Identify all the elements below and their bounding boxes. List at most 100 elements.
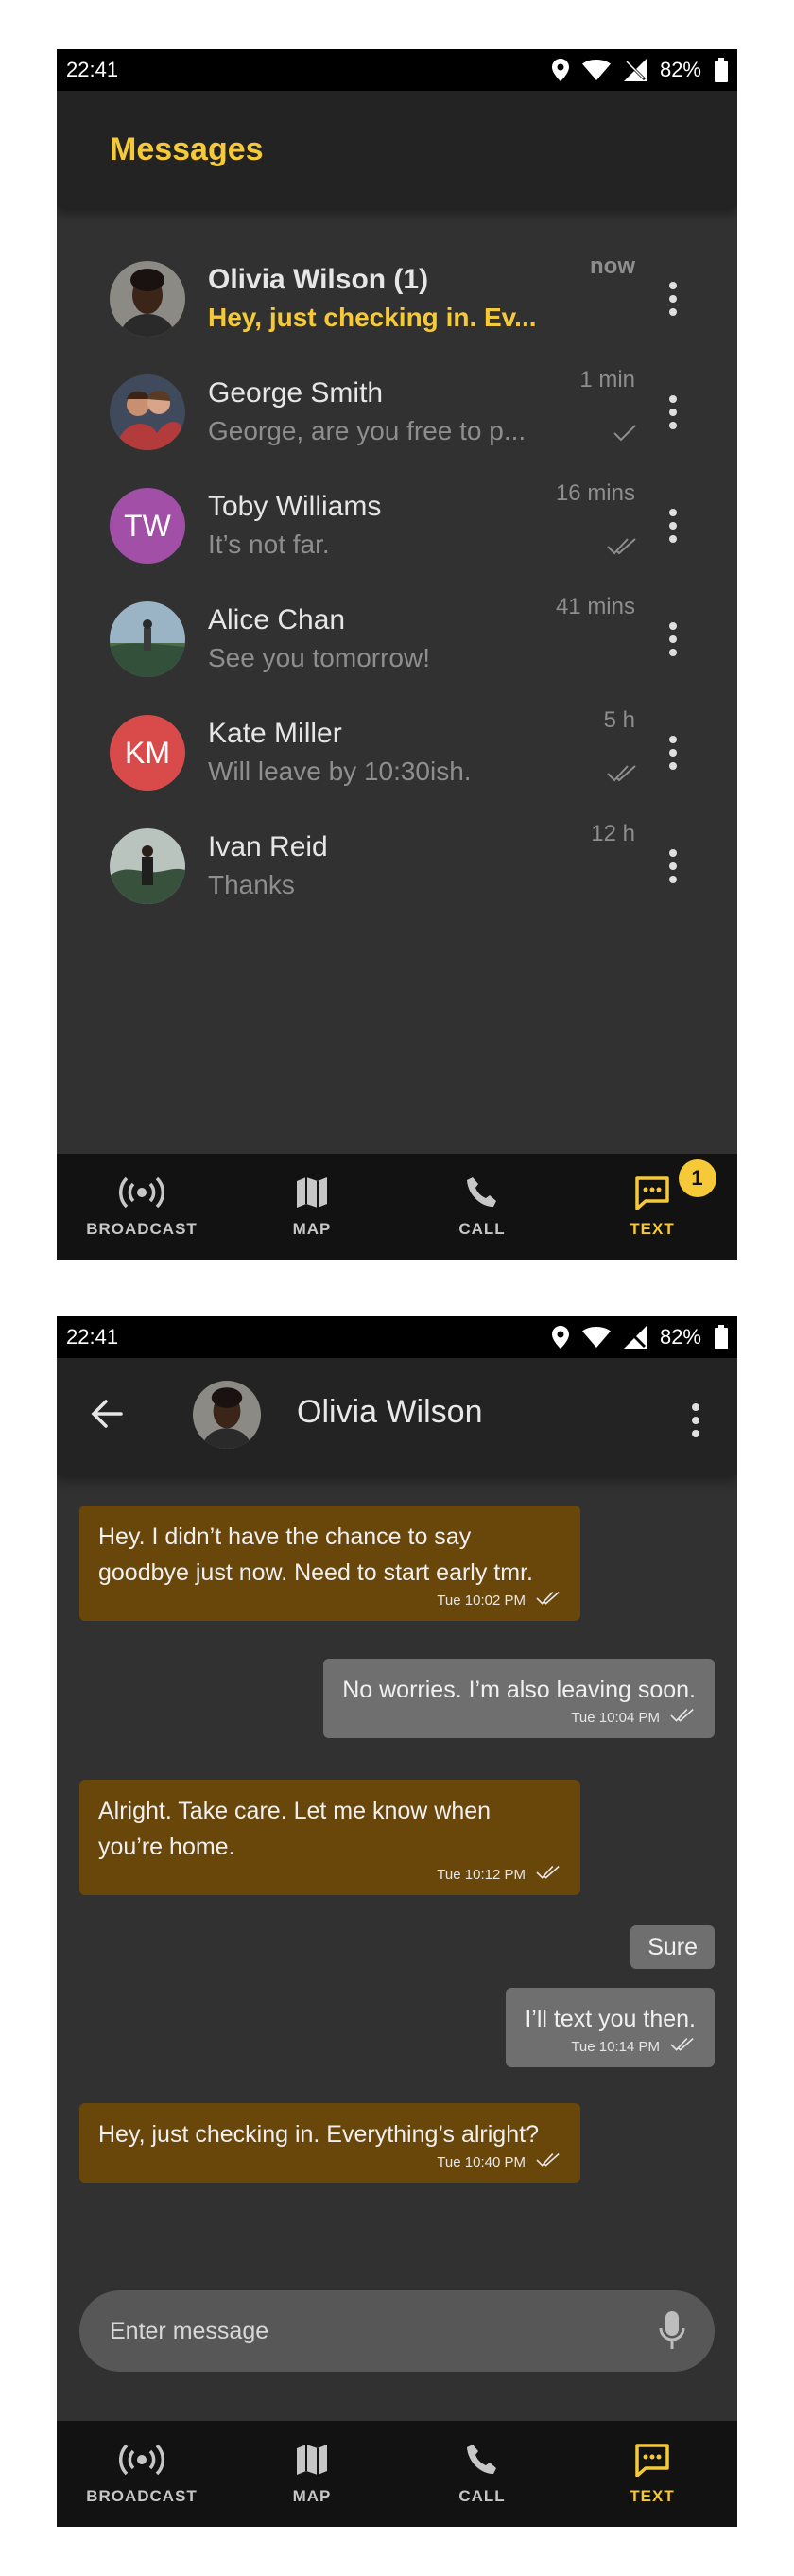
more-vert-icon[interactable]: [665, 732, 681, 774]
message-time: 12 h: [591, 821, 635, 846]
contact-name: Ivan Reid: [208, 831, 328, 862]
conversation-item-olivia-wilson[interactable]: Olivia Wilson (1) Hey, just checking in.…: [57, 242, 737, 356]
wifi-icon: [581, 60, 611, 80]
broadcast-icon: [119, 1175, 164, 1220]
nav-broadcast-label: BROADCAST: [86, 1219, 198, 1238]
conversation-item-kate-miller[interactable]: KM Kate Miller Will leave by 10:30ish. 5…: [57, 696, 737, 809]
more-vert-icon[interactable]: [665, 278, 681, 320]
map-icon: [295, 1175, 329, 1220]
message-bubble-incoming[interactable]: Hey. I didn’t have the chance to say goo…: [79, 1506, 580, 1621]
more-vert-icon[interactable]: [665, 505, 681, 547]
message-text: No worries. I’m also leaving soon.: [342, 1677, 696, 1703]
nav-call-label: CALL: [458, 1219, 506, 1238]
message-time: 41 mins: [555, 594, 635, 619]
message-time: Tue 10:40 PM: [437, 2154, 526, 2170]
nav-call[interactable]: CALL: [397, 2421, 567, 2527]
battery-percent: 82%: [659, 1325, 701, 1349]
location-icon: [551, 59, 569, 81]
broadcast-icon: [119, 2443, 164, 2487]
message-time: Tue 10:02 PM: [437, 1593, 526, 1609]
conversation-app-bar: Olivia Wilson: [57, 1358, 737, 1475]
location-icon: [551, 1326, 569, 1349]
message-bubble-outgoing[interactable]: No worries. I’m also leaving soon. Tue 1…: [323, 1659, 715, 1738]
nav-text-label: TEXT: [630, 1219, 675, 1238]
conversation-list: Olivia Wilson (1) Hey, just checking in.…: [57, 208, 737, 923]
message-bubble-incoming[interactable]: Alright. Take care. Let me know when you…: [79, 1780, 580, 1895]
nav-map[interactable]: MAP: [227, 2421, 397, 2527]
conversation-item-alice-chan[interactable]: Alice Chan See you tomorrow! 41 mins: [57, 583, 737, 696]
message-text: Sure: [647, 1934, 698, 1960]
avatar[interactable]: [193, 1381, 261, 1449]
nav-broadcast[interactable]: BROADCAST: [57, 2421, 227, 2527]
nav-broadcast-label: BROADCAST: [86, 2486, 198, 2505]
battery-icon: [715, 58, 728, 82]
message-bubble-outgoing[interactable]: Sure: [630, 1925, 715, 1969]
contact-name: Olivia Wilson: [297, 1394, 483, 1430]
message-text: goodbye just now. Need to start early tm…: [98, 1559, 533, 1586]
message-time: Tue 10:14 PM: [571, 2039, 660, 2055]
message-bubble-incoming[interactable]: Hey, just checking in. Everything’s alri…: [79, 2103, 580, 2183]
signal-icon: [623, 59, 647, 81]
nav-map[interactable]: MAP: [227, 1154, 397, 1260]
avatar: [110, 828, 185, 904]
message-preview: Will leave by 10:30ish.: [208, 757, 472, 786]
bottom-navigation: BROADCAST MAP CALL TEXT: [57, 2421, 737, 2527]
nav-map-label: MAP: [292, 2486, 332, 2505]
double-check-icon: [607, 537, 637, 561]
signal-icon: [623, 1326, 647, 1349]
more-vert-icon[interactable]: [665, 845, 681, 887]
status-time: 22:41: [66, 1325, 119, 1349]
chat-icon: [634, 2443, 670, 2487]
contact-name: Alice Chan: [208, 604, 346, 635]
avatar: TW: [110, 488, 185, 564]
nav-call-label: CALL: [458, 2486, 506, 2505]
message-time: 16 mins: [555, 480, 635, 506]
unread-badge: 1: [679, 1159, 716, 1197]
nav-text[interactable]: TEXT 1: [567, 1154, 737, 1260]
more-vert-icon[interactable]: [665, 618, 681, 660]
contact-name: Olivia Wilson (1): [208, 264, 429, 295]
message-input[interactable]: [110, 2317, 601, 2345]
conversation-item-toby-williams[interactable]: TW Toby Williams It’s not far. 16 mins: [57, 469, 737, 583]
phone-icon: [465, 2443, 499, 2487]
conversation-item-george-smith[interactable]: George Smith George, are you free to p..…: [57, 356, 737, 469]
message-text: Alright. Take care. Let me know when: [98, 1798, 492, 1824]
page-title: Messages: [110, 131, 264, 167]
message-text: I’ll text you then.: [525, 2006, 696, 2032]
double-check-icon: [607, 764, 637, 788]
double-check-icon: [669, 2037, 696, 2058]
more-vert-icon[interactable]: [688, 1400, 703, 1441]
phone-icon: [465, 1175, 499, 1220]
nav-text[interactable]: TEXT: [567, 2421, 737, 2527]
battery-icon: [715, 1325, 728, 1349]
message-preview: Hey, just checking in. Ev...: [208, 303, 537, 332]
conversation-screen: 22:41 82% Olivia Wilson Hey. I didn’t ha…: [57, 1316, 737, 2527]
battery-percent: 82%: [659, 58, 701, 81]
back-arrow-icon[interactable]: [91, 1398, 123, 1435]
message-preview: It’s not far.: [208, 530, 330, 559]
chat-icon: [634, 1175, 670, 1220]
message-text: you’re home.: [98, 1834, 235, 1860]
message-bubble-outgoing[interactable]: I’ll text you then. Tue 10:14 PM: [506, 1988, 715, 2067]
message-composer: [79, 2290, 715, 2372]
nav-call[interactable]: CALL: [397, 1154, 567, 1260]
avatar: [110, 374, 185, 450]
nav-broadcast[interactable]: BROADCAST: [57, 1154, 227, 1260]
message-time: 5 h: [603, 707, 635, 733]
contact-name: George Smith: [208, 377, 384, 409]
conversation-item-ivan-reid[interactable]: Ivan Reid Thanks 12 h: [57, 809, 737, 923]
contact-name: Kate Miller: [208, 718, 342, 749]
more-vert-icon[interactable]: [665, 392, 681, 433]
status-time: 22:41: [66, 58, 119, 81]
message-text: Hey. I didn’t have the chance to say: [98, 1523, 472, 1550]
check-icon: [613, 424, 637, 447]
double-check-icon: [535, 1591, 561, 1611]
double-check-icon: [535, 2152, 561, 2173]
message-time: Tue 10:12 PM: [437, 1867, 526, 1883]
double-check-icon: [669, 1708, 696, 1729]
avatar: [110, 601, 185, 677]
message-preview: George, are you free to p...: [208, 416, 526, 445]
mic-icon[interactable]: [658, 2309, 686, 2358]
wifi-icon: [581, 1327, 611, 1348]
bottom-navigation: BROADCAST MAP CALL TEXT 1: [57, 1154, 737, 1260]
